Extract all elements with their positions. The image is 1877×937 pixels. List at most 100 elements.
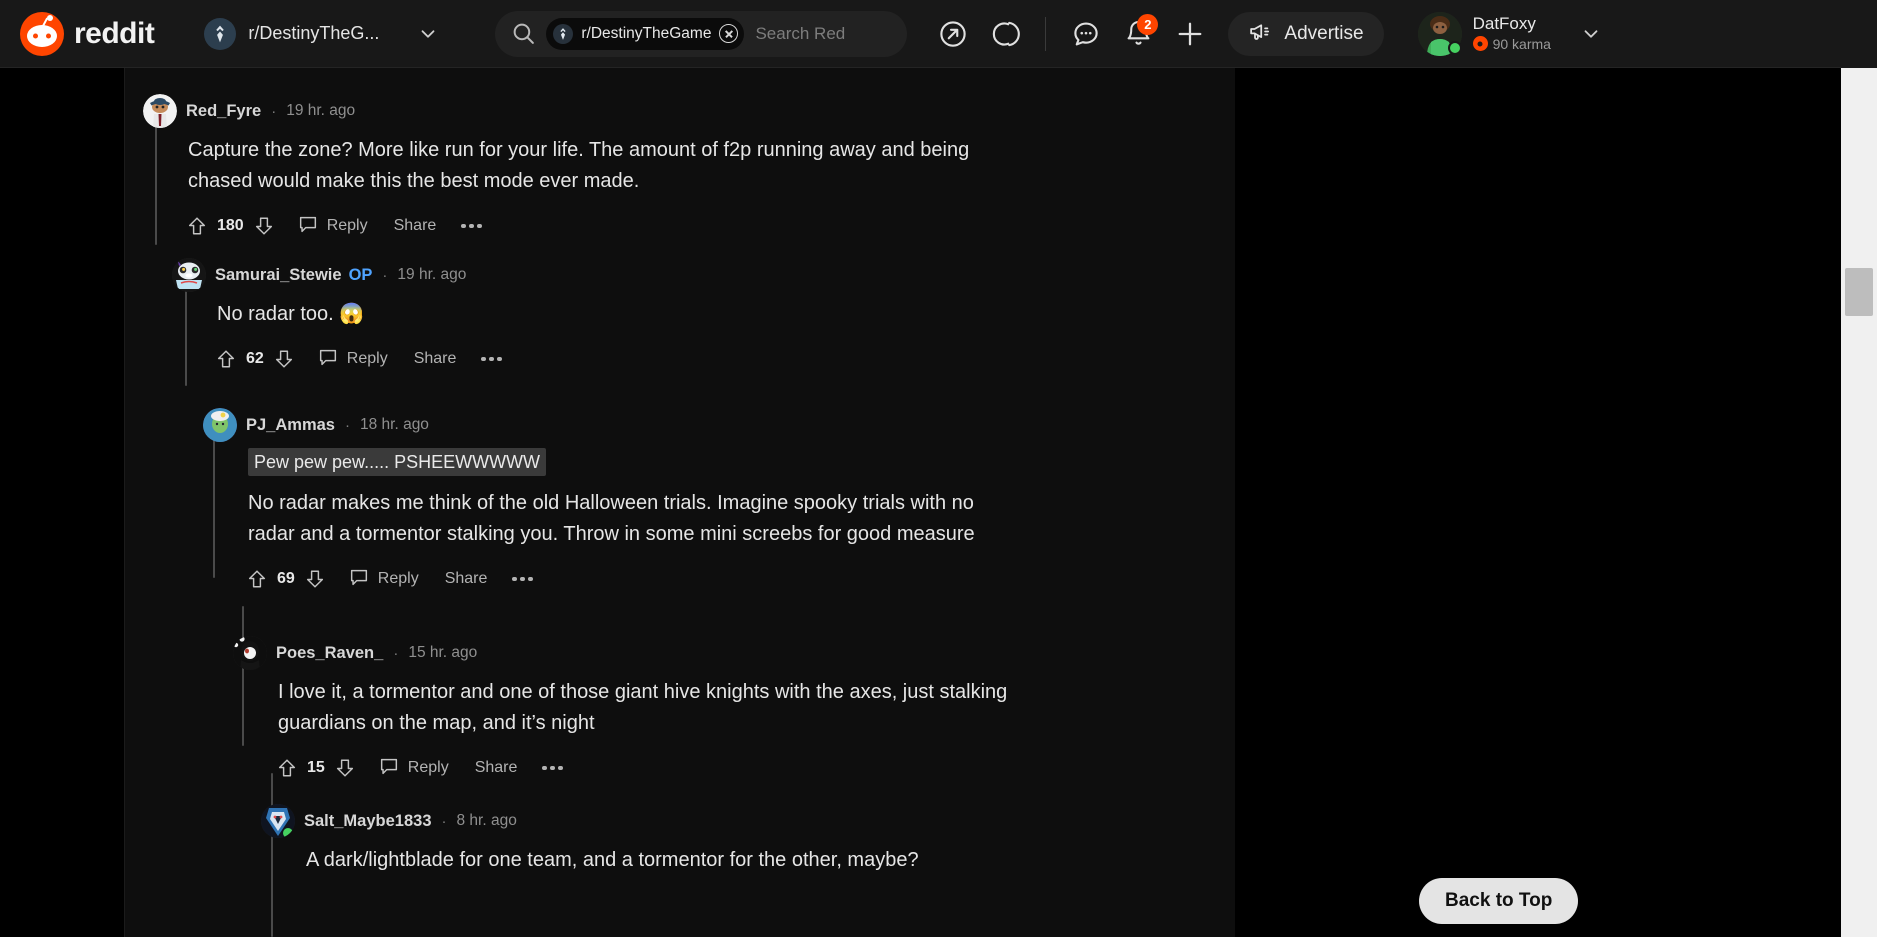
back-to-top-button[interactable]: Back to Top — [1419, 878, 1579, 924]
separator-dot: · — [441, 812, 447, 830]
create-post-plus-icon[interactable] — [1166, 10, 1214, 58]
advertise-button[interactable]: Advertise — [1228, 11, 1384, 56]
header-divider — [1045, 16, 1047, 51]
comment-timestamp: 15 hr. ago — [408, 644, 478, 661]
comment-thread-item: Salt_Maybe1833 · 8 hr. ago A dark/lightb… — [261, 804, 1211, 876]
reply-button[interactable]: Reply — [287, 209, 378, 243]
comment-header: Salt_Maybe1833 · 8 hr. ago — [261, 804, 1211, 838]
reply-button[interactable]: Reply — [368, 751, 459, 785]
reply-button[interactable]: Reply — [307, 342, 398, 376]
subreddit-switcher[interactable]: r/DestinyTheG... — [194, 10, 453, 58]
vote-count: 69 — [277, 570, 295, 587]
comment-body: A dark/lightblade for one team, and a to… — [306, 849, 919, 871]
page-scrollbar[interactable] — [1841, 68, 1877, 937]
popular-arrow-icon[interactable] — [929, 10, 977, 58]
header-scrollbar-cap — [1841, 0, 1877, 68]
comment-body: No radar makes me think of the old Hallo… — [248, 492, 975, 545]
downvote-arrow-icon[interactable] — [328, 751, 362, 785]
vote-group: 62 — [209, 342, 301, 376]
user-account-menu[interactable]: DatFoxy 90 karma — [1410, 7, 1610, 61]
comment-action-bar: 15 Reply Share — [233, 749, 1213, 787]
share-button[interactable]: Share — [435, 562, 498, 596]
comment-body: I love it, a tormentor and one of those … — [278, 681, 1008, 734]
reply-label: Reply — [407, 759, 449, 776]
more-options-icon[interactable] — [505, 562, 539, 596]
user-name: DatFoxy — [1472, 14, 1536, 34]
reply-button[interactable]: Reply — [338, 562, 429, 596]
avatar[interactable] — [233, 636, 267, 670]
chevron-down-icon — [391, 23, 439, 45]
share-label: Share — [413, 350, 457, 367]
comment-header: Red_Fyre · 19 hr. ago — [143, 94, 1213, 128]
clear-x-icon[interactable] — [719, 24, 739, 43]
op-badge: OP — [348, 265, 373, 284]
reddit-logo-icon — [20, 11, 64, 56]
page-body: Red_Fyre · 19 hr. ago Capture the zone? … — [0, 68, 1841, 937]
comment-author[interactable]: Red_Fyre — [186, 102, 261, 121]
comment-action-bar: 62 Reply Share — [172, 340, 1212, 378]
comment-bubble-icon — [378, 755, 400, 782]
vote-group: 15 — [270, 751, 362, 785]
comment-author[interactable]: PJ_Ammas — [246, 416, 335, 435]
comments-panel: Red_Fyre · 19 hr. ago Capture the zone? … — [125, 68, 1235, 937]
megaphone-icon — [1248, 19, 1273, 49]
comment-thread-item: Samurai_Stewie OP · 19 hr. ago No radar … — [172, 258, 1212, 378]
comment-body: No radar too. 😱 — [217, 303, 365, 325]
share-button[interactable]: Share — [404, 342, 467, 376]
comment-body: Capture the zone? More like run for your… — [188, 139, 970, 192]
share-label: Share — [393, 217, 437, 234]
reddit-wordmark: reddit — [74, 16, 155, 50]
top-navigation-bar: reddit r/DestinyTheG... r/DestinyTheGame… — [0, 0, 1841, 68]
avatar[interactable] — [172, 258, 206, 292]
upvote-arrow-icon[interactable] — [240, 562, 274, 596]
share-button[interactable]: Share — [384, 209, 447, 243]
subreddit-switcher-label: r/DestinyTheG... — [248, 23, 380, 43]
chat-bubble-icon[interactable] — [1062, 10, 1110, 58]
upvote-arrow-icon[interactable] — [209, 342, 243, 376]
avatar[interactable] — [203, 408, 237, 442]
scrollbar-thumb[interactable] — [1845, 268, 1873, 316]
comment-header: Poes_Raven_ · 15 hr. ago — [233, 636, 1213, 670]
vote-count: 15 — [307, 759, 325, 776]
more-options-icon[interactable] — [474, 342, 508, 376]
comment-timestamp: 19 hr. ago — [397, 266, 467, 283]
downvote-arrow-icon[interactable] — [267, 342, 301, 376]
share-label: Share — [474, 759, 518, 776]
comment-header: PJ_Ammas · 18 hr. ago — [203, 408, 1213, 442]
separator-dot: · — [271, 102, 277, 120]
separator-dot: · — [344, 416, 350, 434]
search-scope-pill[interactable]: r/DestinyTheGame — [546, 17, 745, 50]
reddit-page: reddit r/DestinyTheG... r/DestinyTheGame… — [0, 0, 1877, 937]
comment-author[interactable]: Samurai_Stewie — [215, 266, 342, 285]
more-options-icon[interactable] — [454, 209, 488, 243]
comment-author[interactable]: Poes_Raven_ — [276, 644, 383, 663]
comment-thread-item: Poes_Raven_ · 15 hr. ago I love it, a to… — [233, 636, 1213, 787]
downvote-arrow-icon[interactable] — [247, 209, 281, 243]
comment-timestamp: 18 hr. ago — [359, 416, 429, 433]
comment-timestamp: 8 hr. ago — [456, 812, 517, 829]
comment-thread-item: Red_Fyre · 19 hr. ago Capture the zone? … — [143, 94, 1213, 245]
comment-code-block: Pew pew pew..... PSHEEWWWWW — [248, 448, 547, 476]
comment-author[interactable]: Salt_Maybe1833 — [304, 812, 432, 831]
avatar[interactable] — [143, 94, 177, 128]
share-button[interactable]: Share — [465, 751, 528, 785]
avatar[interactable] — [261, 804, 295, 838]
search-bar[interactable]: r/DestinyTheGame Search Red — [495, 10, 908, 57]
notification-badge-count: 2 — [1137, 13, 1159, 35]
reddit-coins-icon[interactable] — [981, 10, 1029, 58]
upvote-arrow-icon[interactable] — [270, 751, 304, 785]
reply-label: Reply — [377, 570, 419, 587]
upvote-arrow-icon[interactable] — [180, 209, 214, 243]
online-status-dot — [1447, 40, 1462, 55]
search-input-placeholder[interactable]: Search Red — [755, 24, 845, 44]
more-options-icon[interactable] — [535, 751, 569, 785]
downvote-arrow-icon[interactable] — [298, 562, 332, 596]
search-icon — [511, 21, 536, 46]
share-label: Share — [444, 570, 488, 587]
vote-count: 180 — [217, 217, 244, 234]
right-gutter — [1235, 68, 1841, 937]
reddit-home-link[interactable]: reddit — [20, 11, 155, 56]
notification-bell-icon[interactable]: 2 — [1114, 10, 1162, 58]
advertise-button-label: Advertise — [1284, 22, 1364, 44]
comment-bubble-icon — [348, 566, 370, 593]
